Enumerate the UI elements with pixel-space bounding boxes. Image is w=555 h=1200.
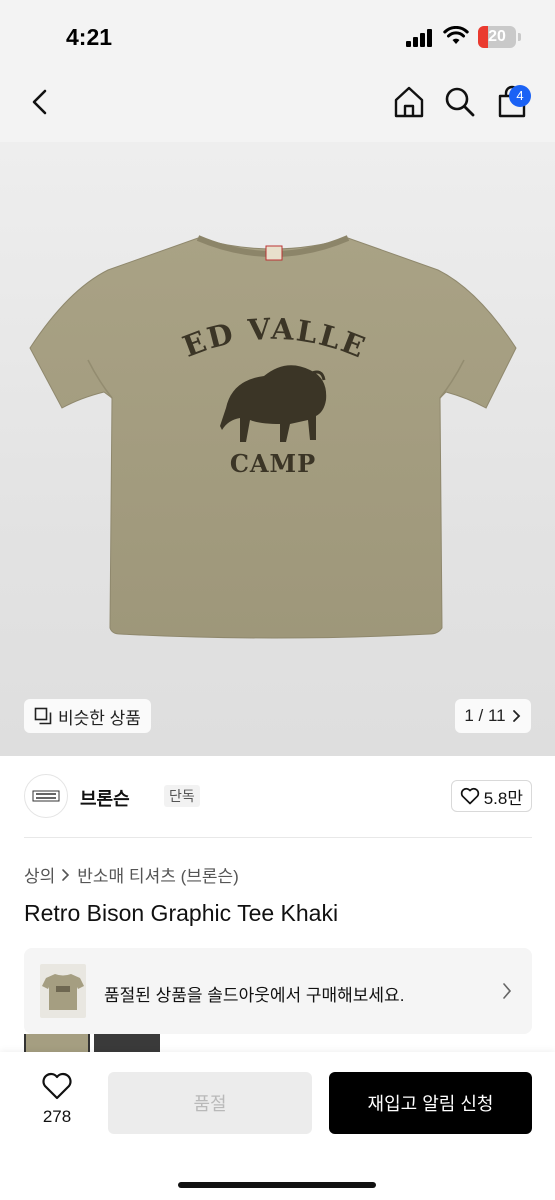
copy-icon — [34, 707, 52, 725]
product-title: Retro Bison Graphic Tee Khaki — [24, 900, 339, 926]
brand-name[interactable]: 브론슨 — [80, 785, 130, 811]
divider — [24, 837, 532, 838]
brand-like-button[interactable]: 5.8만 — [450, 780, 532, 812]
status-bar: 4:21 20 — [0, 0, 555, 70]
brand-logo-mark — [32, 790, 60, 802]
wifi-icon — [443, 26, 469, 44]
chevron-right-icon — [503, 983, 512, 999]
image-pager[interactable]: 1 / 11 — [455, 699, 531, 733]
shirt-print-line2: CAMP — [230, 449, 316, 478]
wishlist-button[interactable]: 278 — [28, 1072, 86, 1127]
brand-like-count: 5.8만 — [483, 788, 523, 808]
cart-count-badge: 4 — [509, 85, 531, 107]
bottom-action-bar: 278 품절 재입고 알림 신청 — [0, 1052, 555, 1200]
restock-alert-button[interactable]: 재입고 알림 신청 — [329, 1072, 532, 1134]
home-indicator — [178, 1182, 376, 1188]
chevron-right-icon — [62, 868, 70, 881]
back-icon[interactable] — [22, 84, 58, 120]
breadcrumb: 상의 반소매 티셔츠 (브론슨) — [24, 862, 239, 887]
heart-icon — [460, 787, 479, 805]
home-icon[interactable] — [391, 84, 427, 120]
battery-tip — [518, 33, 521, 41]
battery-level: 20 — [488, 28, 506, 45]
banner-product-thumbnail — [40, 964, 86, 1018]
brand-logo[interactable] — [24, 774, 68, 818]
similar-products-label: 비슷한 상품 — [58, 708, 141, 728]
status-time: 4:21 — [66, 24, 113, 50]
soldout-market-banner[interactable]: 품절된 상품을 솔드아웃에서 구매해보세요. — [24, 948, 532, 1034]
chevron-right-icon — [512, 710, 520, 722]
similar-products-button[interactable]: 비슷한 상품 — [24, 699, 151, 733]
search-icon[interactable] — [442, 84, 478, 120]
tshirt-image: RED VALLEY CAMP — [28, 230, 517, 639]
exclusive-badge: 단독 — [164, 785, 200, 807]
top-nav — [0, 70, 555, 142]
wishlist-count: 278 — [42, 1107, 72, 1126]
pager-text: 1 / 11 — [464, 706, 506, 725]
brand-row: 브론슨 단독 5.8만 — [24, 774, 532, 818]
soldout-button: 품절 — [108, 1072, 312, 1134]
banner-text: 품절된 상품을 솔드아웃에서 구매해보세요. — [104, 986, 405, 1005]
signal-icon — [406, 29, 434, 47]
battery-icon: 20 — [478, 26, 516, 48]
product-image-carousel[interactable]: RED VALLEY CAMP 비슷한 상품 1 / 11 — [0, 142, 555, 756]
breadcrumb-subcategory[interactable]: 반소매 티셔츠 (브론슨) — [77, 862, 239, 887]
breadcrumb-category[interactable]: 상의 — [24, 862, 55, 887]
heart-icon — [42, 1072, 72, 1100]
